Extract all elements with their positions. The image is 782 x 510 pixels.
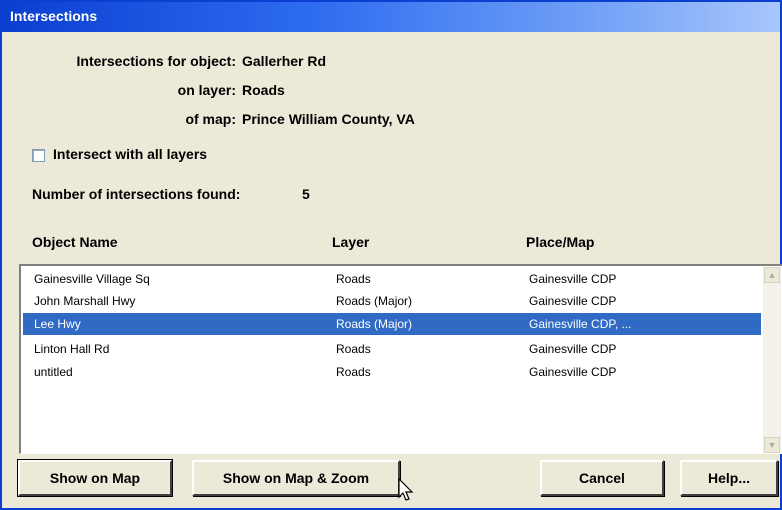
scroll-up-arrow-icon[interactable]: ▲	[764, 267, 780, 283]
mouse-pointer-icon	[398, 478, 414, 501]
layer-value: Roads	[242, 82, 285, 98]
row-object-name: Lee Hwy	[34, 317, 81, 331]
column-header-object-name[interactable]: Object Name	[32, 234, 118, 250]
list-row-selected[interactable]: Lee Hwy Roads (Major) Gainesville CDP, .…	[23, 313, 761, 335]
list-row[interactable]: Gainesville Village Sq Roads Gainesville…	[23, 268, 761, 290]
row-layer: Roads (Major)	[336, 317, 413, 331]
row-layer: Roads	[336, 342, 371, 356]
scroll-down-arrow-icon[interactable]: ▼	[764, 437, 780, 453]
row-place: Gainesville CDP, ...	[529, 317, 632, 331]
vertical-scrollbar[interactable]: ▲ ▼	[763, 267, 781, 453]
row-object-name: Linton Hall Rd	[34, 342, 110, 356]
row-object-name: Gainesville Village Sq	[34, 272, 150, 286]
row-place: Gainesville CDP	[529, 342, 617, 356]
list-row[interactable]: Linton Hall Rd Roads Gainesville CDP	[23, 338, 761, 360]
window-title: Intersections	[10, 8, 98, 24]
layer-label: on layer:	[177, 82, 236, 98]
intersect-all-label[interactable]: Intersect with all layers	[53, 146, 207, 162]
column-header-place-map[interactable]: Place/Map	[526, 234, 594, 250]
cancel-button[interactable]: Cancel	[540, 460, 664, 496]
row-place: Gainesville CDP	[529, 294, 617, 308]
intersect-all-checkbox[interactable]	[32, 149, 45, 162]
column-header-layer[interactable]: Layer	[332, 234, 369, 250]
row-object-name: untitled	[34, 365, 73, 379]
object-label: Intersections for object:	[76, 53, 236, 69]
row-layer: Roads (Major)	[336, 294, 413, 308]
list-row[interactable]: John Marshall Hwy Roads (Major) Gainesvi…	[23, 290, 761, 312]
intersections-dialog: Intersections Intersections for object: …	[0, 0, 782, 510]
row-layer: Roads	[336, 365, 371, 379]
row-place: Gainesville CDP	[529, 272, 617, 286]
intersections-list[interactable]: Gainesville Village Sq Roads Gainesville…	[19, 264, 782, 454]
row-place: Gainesville CDP	[529, 365, 617, 379]
show-on-map-zoom-button[interactable]: Show on Map & Zoom	[192, 460, 400, 496]
show-on-map-button[interactable]: Show on Map	[17, 459, 173, 497]
intersection-count-label: Number of intersections found:	[32, 186, 241, 202]
row-layer: Roads	[336, 272, 371, 286]
title-bar[interactable]: Intersections	[2, 2, 780, 32]
object-value: Gallerher Rd	[242, 53, 327, 69]
row-object-name: John Marshall Hwy	[34, 294, 136, 308]
intersection-count-value: 5	[302, 186, 310, 202]
map-label: of map:	[185, 111, 236, 127]
list-row[interactable]: untitled Roads Gainesville CDP	[23, 361, 761, 383]
help-button[interactable]: Help...	[680, 460, 778, 496]
map-value: Prince William County, VA	[242, 111, 415, 127]
